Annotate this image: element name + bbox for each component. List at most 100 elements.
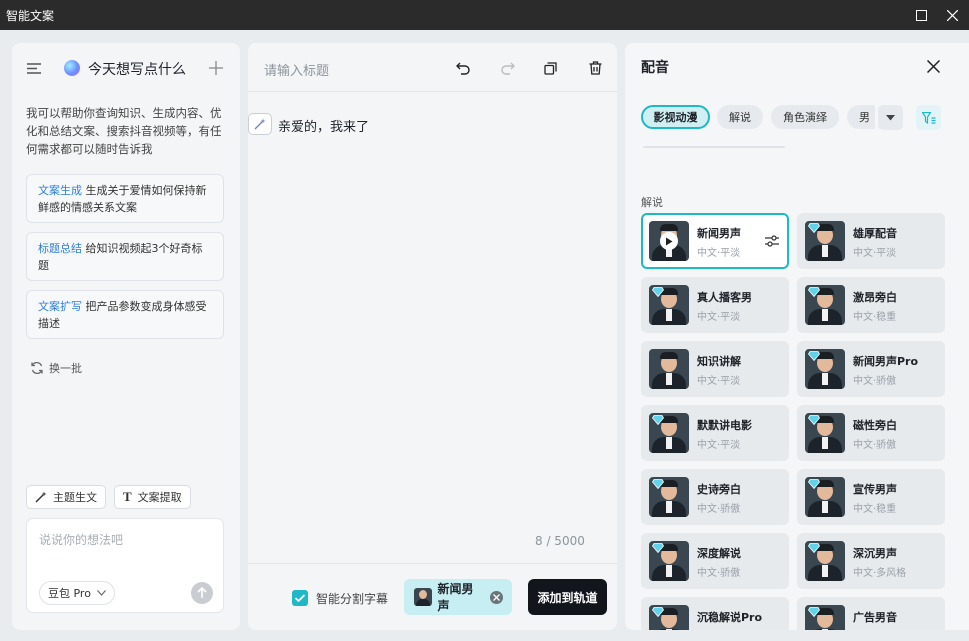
menu-button[interactable] [26, 61, 42, 75]
voice-card[interactable]: 广告男音中文·骄傲 [797, 597, 945, 630]
voice-card[interactable]: 默默讲电影中文·平淡 [641, 405, 789, 461]
play-icon[interactable] [660, 232, 678, 250]
vip-diamond-icon [808, 542, 820, 554]
voice-card[interactable]: 宣传男声 中文·稳重 [797, 469, 945, 525]
chat-input-box[interactable]: 说说你的想法吧 豆包 Pro [26, 518, 224, 613]
tab-narration[interactable]: 解说 [717, 105, 763, 129]
subtitle-checkbox[interactable] [292, 590, 308, 606]
voice-name: 真人播客男 [697, 291, 752, 304]
voice-card[interactable]: 激昂旁白 中文·稳重 [797, 277, 945, 333]
voice-name: 新闻男声 [697, 227, 741, 240]
send-button[interactable] [191, 582, 213, 604]
vip-diamond-icon [652, 414, 664, 426]
voice-name: 默默讲电影 [697, 419, 752, 432]
new-chat-button[interactable] [207, 59, 225, 77]
topic-generate-chip[interactable]: 主题生文 [26, 485, 106, 509]
paragraph-ai-button[interactable] [248, 113, 272, 135]
tab-scroll-indicator [643, 146, 785, 148]
workspace: 今天想写点什么 我可以帮助你查询知识、生成内容、优化和总结文案、搜索抖音视频等，… [0, 30, 969, 641]
tab-role-play[interactable]: 角色演绎 [771, 105, 839, 129]
vip-diamond-icon [808, 414, 820, 426]
voice-desc: 中文·平淡 [697, 440, 741, 451]
filter-icon [921, 111, 935, 124]
voice-name: 广告男音 [853, 611, 897, 624]
model-label: 豆包 Pro [48, 587, 91, 600]
panel-title: 配音 [641, 60, 669, 76]
assistant-intro: 我可以帮助你查询知识、生成内容、优化和总结文案、搜索抖音视频等，有任何需求都可以… [26, 106, 222, 156]
close-panel-button[interactable] [924, 57, 942, 75]
chat-input-placeholder: 说说你的想法吧 [39, 533, 124, 547]
chevron-down-icon [97, 590, 106, 596]
voice-settings-button[interactable] [765, 235, 779, 247]
vip-diamond-icon [808, 222, 820, 234]
close-window-button[interactable] [937, 0, 967, 30]
copy-button[interactable] [540, 58, 560, 78]
tab-male[interactable]: 男 [847, 105, 875, 129]
voice-desc: 中文·骄傲 [697, 504, 741, 515]
voice-avatar [414, 588, 432, 606]
vip-diamond-icon [652, 286, 664, 298]
delete-button[interactable] [585, 58, 605, 78]
suggestion-card[interactable]: 文案生成 生成关于爱情如何保持新鲜感的情感关系文案 [26, 174, 224, 223]
voice-card[interactable]: 新闻男声Pro 中文·骄傲 [797, 341, 945, 397]
voice-name: 磁性旁白 [853, 419, 897, 432]
voice-card[interactable]: 雄厚配音中文·平淡 [797, 213, 945, 269]
voice-card[interactable]: 深度解说 中文·骄傲 [641, 533, 789, 589]
caret-down-icon [886, 114, 895, 120]
tabs-more-button[interactable] [878, 105, 903, 130]
voice-card[interactable]: 史诗旁白中文·骄傲 [641, 469, 789, 525]
voice-desc: 中文·多风格 [853, 568, 907, 579]
voice-name: 史诗旁白 [697, 483, 741, 496]
voice-desc: 中文·平淡 [697, 312, 741, 323]
close-icon [493, 593, 501, 601]
refresh-button[interactable]: 换一批 [30, 360, 82, 376]
suggestion-tag: 文案扩写 [38, 300, 82, 313]
voice-name: 深沉男声 [853, 547, 897, 560]
assistant-panel: 今天想写点什么 我可以帮助你查询知识、生成内容、优化和总结文案、搜索抖音视频等，… [12, 43, 240, 630]
voice-card[interactable]: 新闻男声 中文·平淡 [641, 213, 789, 269]
text-t-icon: T [123, 489, 132, 504]
refresh-icon [31, 361, 43, 375]
voice-desc: 中文·骄傲 [697, 628, 740, 630]
char-counter: 8 / 5000 [535, 534, 585, 548]
window-title: 智能文案 [6, 8, 55, 23]
model-select[interactable]: 豆包 Pro [39, 581, 115, 605]
voice-desc: 中文·稳重 [853, 504, 897, 515]
footer-divider [248, 563, 617, 564]
voice-card[interactable]: 深沉男声中文·多风格 [797, 533, 945, 589]
voice-avatar [649, 349, 689, 389]
filter-button[interactable] [916, 105, 941, 130]
voice-name: 雄厚配音 [853, 227, 897, 240]
vip-diamond-icon [808, 478, 820, 490]
subtitle-label: 智能分割字幕 [316, 592, 389, 606]
script-paragraph[interactable]: 亲爱的，我来了 [278, 116, 369, 135]
voice-card[interactable]: 知识讲解 中文·平淡 [641, 341, 789, 397]
text-extract-chip[interactable]: T 文案提取 [114, 485, 191, 509]
voice-desc: 中文·平淡 [853, 248, 897, 259]
add-to-track-button[interactable]: 添加到轨道 [528, 579, 607, 615]
selected-voice-name: 新闻男声 [437, 582, 474, 613]
trash-icon [589, 61, 601, 75]
maximize-button[interactable] [906, 0, 936, 30]
editor-panel: 请输入标题 亲爱的，我来了 8 / 5000 智能分割字幕 新闻男声 添加到轨道 [248, 43, 617, 630]
close-icon [926, 59, 940, 73]
voice-card[interactable]: 磁性旁白中文·骄傲 [797, 405, 945, 461]
vip-diamond-icon [808, 606, 820, 618]
voice-desc: 中文·骄傲 [853, 440, 897, 451]
tab-film-anime[interactable]: 影视动漫 [641, 105, 710, 129]
selected-voice-chip[interactable]: 新闻男声 [404, 579, 512, 615]
vip-diamond-icon [652, 606, 664, 618]
remove-voice-button[interactable] [490, 590, 504, 604]
redo-button[interactable] [498, 58, 518, 78]
voice-card[interactable]: 真人播客男中文·平淡 [641, 277, 789, 333]
menu-icon [27, 62, 41, 74]
redo-icon [501, 62, 515, 75]
undo-button[interactable] [453, 58, 473, 78]
plus-icon [209, 61, 223, 75]
copy-icon [543, 61, 557, 75]
suggestion-card[interactable]: 文案扩写 把产品参数变成身体感受描述 [26, 290, 224, 339]
voice-card[interactable]: 沉稳解说Pro 中文·骄傲 [641, 597, 789, 630]
header-divider [248, 91, 617, 92]
title-input[interactable]: 请输入标题 [264, 60, 329, 79]
suggestion-card[interactable]: 标题总结 给知识视频起3个好奇标题 [26, 232, 224, 281]
